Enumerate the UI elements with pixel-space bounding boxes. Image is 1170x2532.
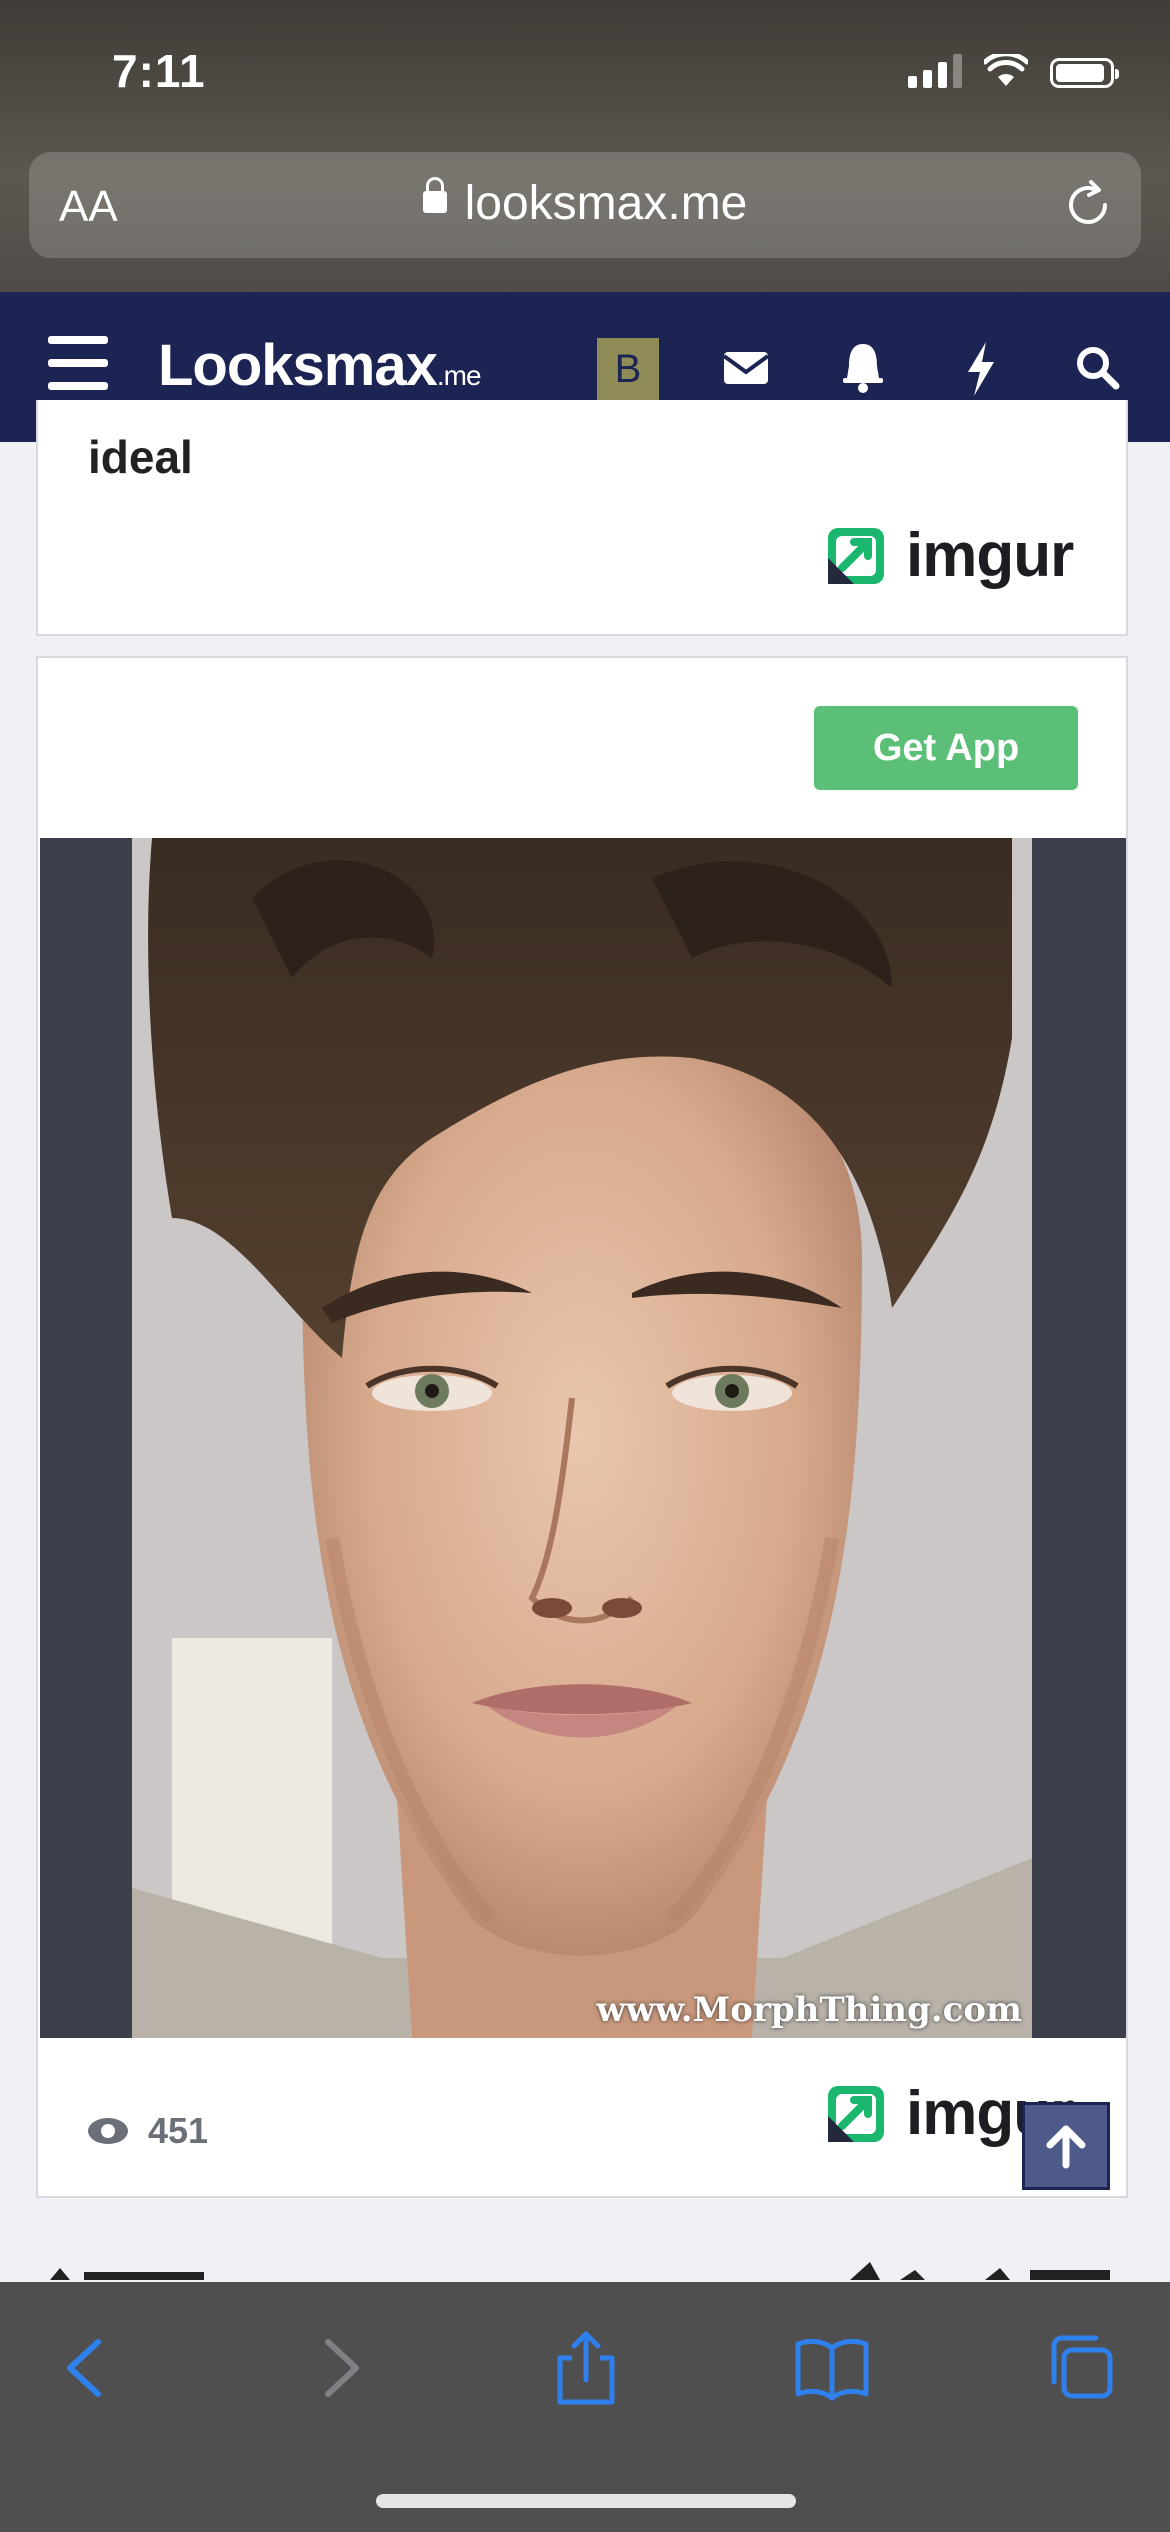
arrow-up-icon xyxy=(1046,2125,1086,2169)
menu-icon[interactable] xyxy=(48,336,108,392)
battery-icon xyxy=(1050,58,1119,88)
bell-icon[interactable] xyxy=(829,334,897,402)
envelope-icon[interactable] xyxy=(712,334,780,402)
tabs-icon[interactable] xyxy=(1040,2328,1120,2408)
forward-icon[interactable] xyxy=(300,2328,380,2408)
bookmarks-icon[interactable] xyxy=(792,2328,872,2408)
status-icons xyxy=(908,52,1119,88)
lock-icon xyxy=(422,177,447,214)
safari-top-chrome: 7:11 AA looksmax.me xyxy=(0,0,1170,292)
back-icon[interactable] xyxy=(46,2328,126,2408)
view-count-value: 451 xyxy=(148,2110,209,2151)
safari-toolbar xyxy=(0,2282,1170,2532)
imgur-wordmark: imgur xyxy=(906,521,1074,590)
get-app-button[interactable]: Get App xyxy=(814,706,1078,790)
user-avatar[interactable]: B xyxy=(597,338,659,400)
url-text: looksmax.me xyxy=(464,177,748,230)
home-indicator xyxy=(376,2494,796,2508)
post-card-image: Get App www.MorphThing.com 451 imgur xyxy=(36,656,1128,2198)
imgur-icon xyxy=(828,2085,884,2142)
site-logo[interactable]: Looksmax.me xyxy=(158,332,482,399)
embedded-image-frame[interactable]: www.MorphThing.com xyxy=(40,838,1126,2038)
status-time: 7:11 xyxy=(112,45,206,97)
image-watermark: www.MorphThing.com xyxy=(596,1990,1022,2030)
imgur-embed-logo[interactable]: imgur xyxy=(828,520,1074,591)
post-card-previous: ideal imgur xyxy=(36,400,1128,636)
share-icon[interactable] xyxy=(546,2328,626,2408)
address-bar[interactable]: AA looksmax.me xyxy=(29,152,1141,258)
scroll-to-top-button[interactable] xyxy=(1022,2102,1110,2190)
reload-icon[interactable] xyxy=(1061,178,1115,232)
url-display[interactable]: looksmax.me xyxy=(29,176,1141,231)
view-count: 451 xyxy=(86,2110,208,2152)
bolt-icon[interactable] xyxy=(946,334,1014,402)
wifi-icon xyxy=(984,54,1028,86)
search-icon[interactable] xyxy=(1064,334,1132,402)
face-illustration xyxy=(132,838,1032,2038)
post-actions-row-glyphs xyxy=(50,2262,1110,2280)
face-photo: www.MorphThing.com xyxy=(132,838,1032,2038)
post-title-fragment: ideal xyxy=(88,431,193,483)
imgur-icon xyxy=(828,527,884,584)
post-actions-row-cutoff xyxy=(0,2250,1170,2280)
eye-icon xyxy=(88,2118,128,2144)
cellular-signal-icon xyxy=(908,52,962,88)
